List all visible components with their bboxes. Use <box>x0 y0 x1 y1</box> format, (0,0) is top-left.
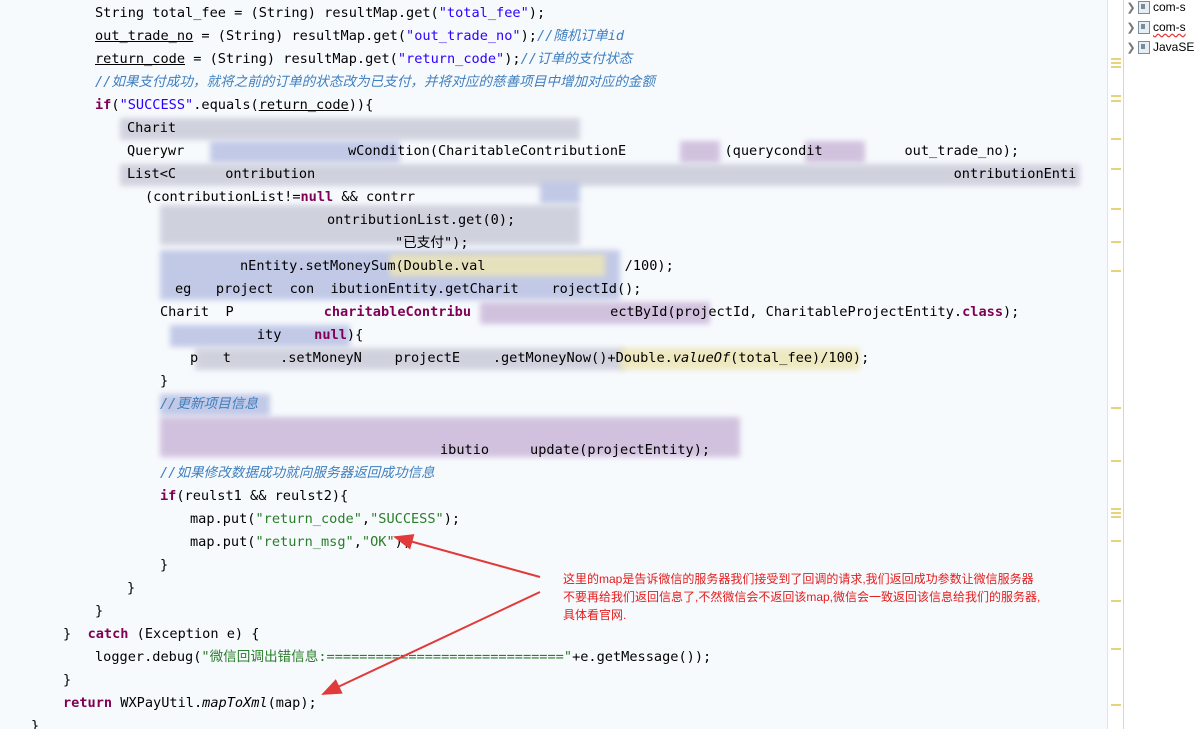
arrow-to-map-put <box>393 534 541 578</box>
annotation-note: 这里的map是告诉微信的服务器我们接受到了回调的请求,我们返回成功参数让微信服务… <box>563 572 1041 622</box>
arrow-to-return-statement <box>321 591 541 695</box>
